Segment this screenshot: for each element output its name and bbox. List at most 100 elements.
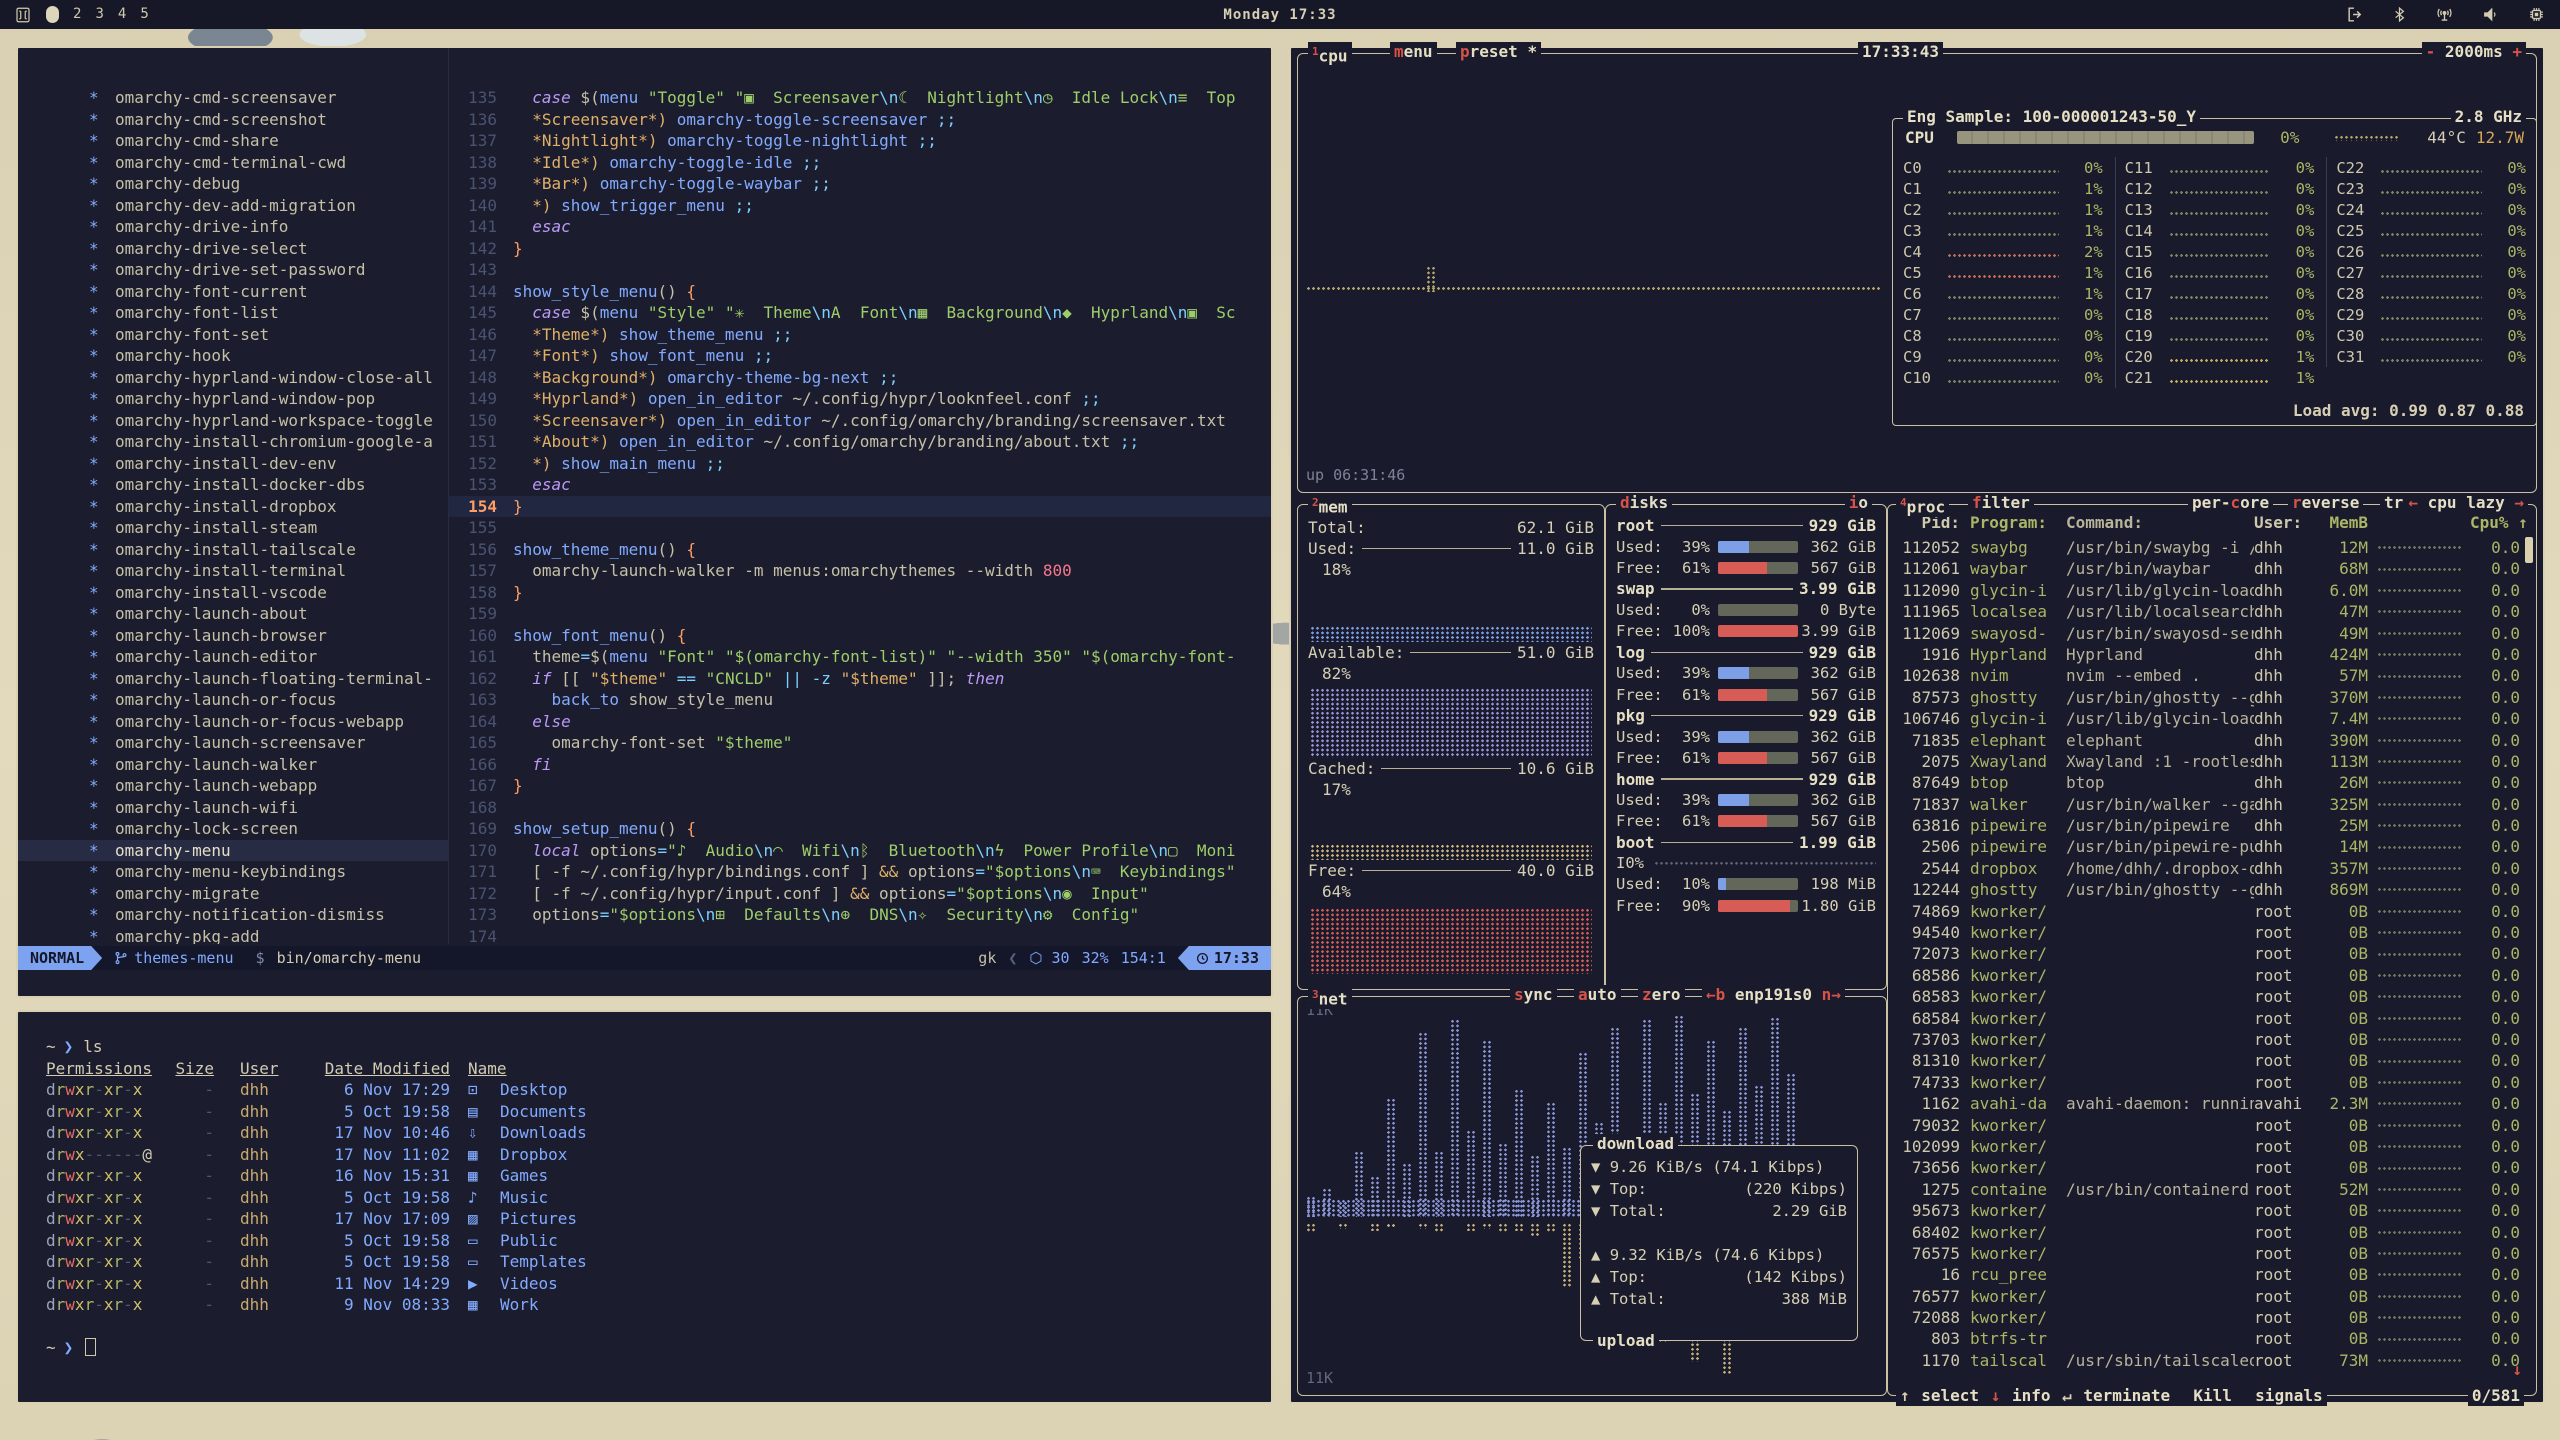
process-row[interactable]: 102638nvimnvim --embed .dhh57M0.0 — [1894, 665, 2520, 686]
io-mode-button[interactable]: io — [1845, 493, 1872, 513]
wifi-signal-icon[interactable] — [2434, 5, 2455, 24]
file-item[interactable]: *omarchy-launch-browser — [18, 625, 448, 647]
file-item[interactable]: *omarchy-migrate — [18, 883, 448, 905]
file-item[interactable]: *omarchy-hyprland-workspace-toggle — [18, 410, 448, 432]
file-item[interactable]: *omarchy-launch-screensaver — [18, 732, 448, 754]
network-panel-title[interactable]: 3net — [1308, 985, 1352, 1009]
menu-button[interactable]: menu — [1390, 42, 1437, 62]
footer-action[interactable] — [2172, 1386, 2191, 1406]
process-row[interactable]: 16rcu_preeroot0B0.0 — [1894, 1264, 2520, 1285]
file-item[interactable]: *omarchy-launch-walker — [18, 754, 448, 776]
process-row[interactable]: 95673kworker/root0B0.0 — [1894, 1200, 2520, 1221]
dir-name[interactable]: Downloads — [500, 1122, 587, 1144]
process-row[interactable]: 72073kworker/root0B0.0 — [1894, 943, 2520, 964]
file-item[interactable]: *omarchy-install-tailscale — [18, 539, 448, 561]
process-row[interactable]: 76577kworker/root0B0.0 — [1894, 1286, 2520, 1307]
footer-action[interactable]: terminate — [2083, 1386, 2170, 1406]
file-item[interactable]: *omarchy-install-chromium-google-a — [18, 431, 448, 453]
prompt-line[interactable]: ~❯ls — [46, 1036, 1271, 1058]
file-item[interactable]: *omarchy-drive-set-password — [18, 259, 448, 281]
file-item[interactable]: *omarchy-install-dropbox — [18, 496, 448, 518]
process-row[interactable]: 74733kworker/root0B0.0 — [1894, 1072, 2520, 1093]
sync-button[interactable]: sync — [1510, 985, 1557, 1005]
process-row[interactable]: 71837walker/usr/bin/walker --gappldhh325… — [1894, 794, 2520, 815]
process-actions[interactable]: ↑ select ↓ info ↵ terminate Kill signals — [1896, 1386, 2327, 1406]
scroll-down-indicator[interactable]: ↓ — [2512, 1360, 2522, 1379]
file-item[interactable]: *omarchy-font-list — [18, 302, 448, 324]
footer-action[interactable]: info — [2012, 1386, 2051, 1406]
zero-button[interactable]: zero — [1638, 985, 1685, 1005]
disks-panel-title[interactable]: disks — [1616, 493, 1672, 513]
process-row[interactable]: 79032kworker/root0B0.0 — [1894, 1115, 2520, 1136]
file-list[interactable]: *omarchy-cmd-screensaver*omarchy-cmd-scr… — [18, 48, 449, 944]
scrollbar-thumb[interactable] — [2525, 537, 2533, 563]
reverse-button[interactable]: reverse — [2288, 493, 2363, 513]
file-item[interactable]: *omarchy-lock-screen — [18, 818, 448, 840]
process-row[interactable]: 112090glycin-i/usr/lib/glycin-loadersdhh… — [1894, 580, 2520, 601]
process-row[interactable]: 1162avahi-daavahi-daemon: running [avahi… — [1894, 1093, 2520, 1114]
process-row[interactable]: 2075XwaylandXwayland :1 -rootless -dhh11… — [1894, 751, 2520, 772]
file-item[interactable]: *omarchy-hyprland-window-pop — [18, 388, 448, 410]
cpu-panel-title[interactable]: 1cpu — [1308, 42, 1352, 66]
process-row[interactable]: 1916HyprlandHyprlanddhh424M0.0 — [1894, 644, 2520, 665]
file-item[interactable]: *omarchy-install-terminal — [18, 560, 448, 582]
process-row[interactable]: 2544dropbox/home/dhh/.dropbox-distdhh357… — [1894, 858, 2520, 879]
auto-button[interactable]: auto — [1574, 985, 1621, 1005]
process-row[interactable]: 76575kworker/root0B0.0 — [1894, 1243, 2520, 1264]
process-row[interactable]: 68402kworker/root0B0.0 — [1894, 1222, 2520, 1243]
dir-name[interactable]: Games — [500, 1165, 548, 1187]
file-item[interactable]: *omarchy-font-set — [18, 324, 448, 346]
bluetooth-icon[interactable] — [2391, 5, 2408, 24]
file-item[interactable]: *omarchy-launch-wifi — [18, 797, 448, 819]
filter-button[interactable]: filter — [1968, 493, 2034, 513]
sort-column-switcher[interactable]: ← cpu lazy → — [2404, 493, 2528, 513]
process-row[interactable]: 112069swayosd-/usr/bin/swayosd-serverdhh… — [1894, 623, 2520, 644]
file-item[interactable]: *omarchy-cmd-screenshot — [18, 109, 448, 131]
file-item[interactable]: *omarchy-cmd-terminal-cwd — [18, 152, 448, 174]
footer-action[interactable]: signals — [2255, 1386, 2322, 1406]
process-row[interactable]: 73703kworker/root0B0.0 — [1894, 1029, 2520, 1050]
dir-name[interactable]: Documents — [500, 1101, 587, 1123]
prompt-line[interactable]: ~❯ — [46, 1337, 1271, 1359]
per-core-button[interactable]: per-core — [2188, 493, 2273, 513]
dir-name[interactable]: Work — [500, 1294, 539, 1316]
file-item[interactable]: *omarchy-debug — [18, 173, 448, 195]
footer-action[interactable]: ↓ — [1981, 1386, 2010, 1406]
preset-button[interactable]: preset * — [1456, 42, 1541, 62]
file-item[interactable]: *omarchy-launch-floating-terminal- — [18, 668, 448, 690]
process-list[interactable]: 112052swaybg/usr/bin/swaybg -i /homdhh12… — [1894, 537, 2520, 1383]
process-row[interactable]: 111965localsea/usr/lib/localsearch-exdhh… — [1894, 601, 2520, 622]
process-row[interactable]: 71835elephantelephantdhh390M0.0 — [1894, 730, 2520, 751]
dir-name[interactable]: Music — [500, 1187, 548, 1209]
dir-name[interactable]: Templates — [500, 1251, 587, 1273]
process-row[interactable]: 87649btopbtopdhh26M0.0 — [1894, 772, 2520, 793]
terminal-window[interactable]: ~❯lsPermissionsSizeUserDate ModifiedName… — [16, 1010, 1273, 1404]
footer-action[interactable]: ↑ — [1900, 1386, 1919, 1406]
file-item[interactable]: *omarchy-install-docker-dbs — [18, 474, 448, 496]
file-item[interactable]: *omarchy-pkg-add — [18, 926, 448, 945]
file-item[interactable]: *omarchy-launch-or-focus — [18, 689, 448, 711]
process-row[interactable]: 87573ghostty/usr/bin/ghostty --gtk-dhh37… — [1894, 687, 2520, 708]
process-row[interactable]: 12244ghostty/usr/bin/ghostty --gtk-dhh86… — [1894, 879, 2520, 900]
file-item[interactable]: *omarchy-launch-editor — [18, 646, 448, 668]
process-row[interactable]: 68586kworker/root0B0.0 — [1894, 965, 2520, 986]
process-row[interactable]: 74869kworker/root0B0.0 — [1894, 901, 2520, 922]
process-row[interactable]: 106746glycin-i/usr/lib/glycin-loadersdhh… — [1894, 708, 2520, 729]
process-row[interactable]: 63816pipewire/usr/bin/pipewiredhh25M0.0 — [1894, 815, 2520, 836]
file-item[interactable]: *omarchy-dev-add-migration — [18, 195, 448, 217]
process-row[interactable]: 1170tailscal/usr/sbin/tailscaled --root7… — [1894, 1350, 2520, 1371]
file-item[interactable]: *omarchy-menu — [18, 840, 448, 862]
refresh-interval[interactable]: - 2000ms + — [2422, 42, 2526, 62]
file-item[interactable]: *omarchy-cmd-share — [18, 130, 448, 152]
file-item[interactable]: *omarchy-cmd-screensaver — [18, 87, 448, 109]
file-item[interactable]: *omarchy-font-current — [18, 281, 448, 303]
file-item[interactable]: *omarchy-hyprland-window-close-all — [18, 367, 448, 389]
process-row[interactable]: 68584kworker/root0B0.0 — [1894, 1008, 2520, 1029]
process-row[interactable]: 81310kworker/root0B0.0 — [1894, 1050, 2520, 1071]
process-row[interactable]: 112061waybar/usr/bin/waybardhh68M0.0 — [1894, 558, 2520, 579]
process-row[interactable]: 73656kworker/root0B0.0 — [1894, 1157, 2520, 1178]
process-row[interactable]: 1275containe/usr/bin/containerdroot52M0.… — [1894, 1179, 2520, 1200]
file-item[interactable]: *omarchy-install-steam — [18, 517, 448, 539]
process-row[interactable]: 72088kworker/root0B0.0 — [1894, 1307, 2520, 1328]
memory-panel-title[interactable]: 2mem — [1308, 493, 1352, 517]
